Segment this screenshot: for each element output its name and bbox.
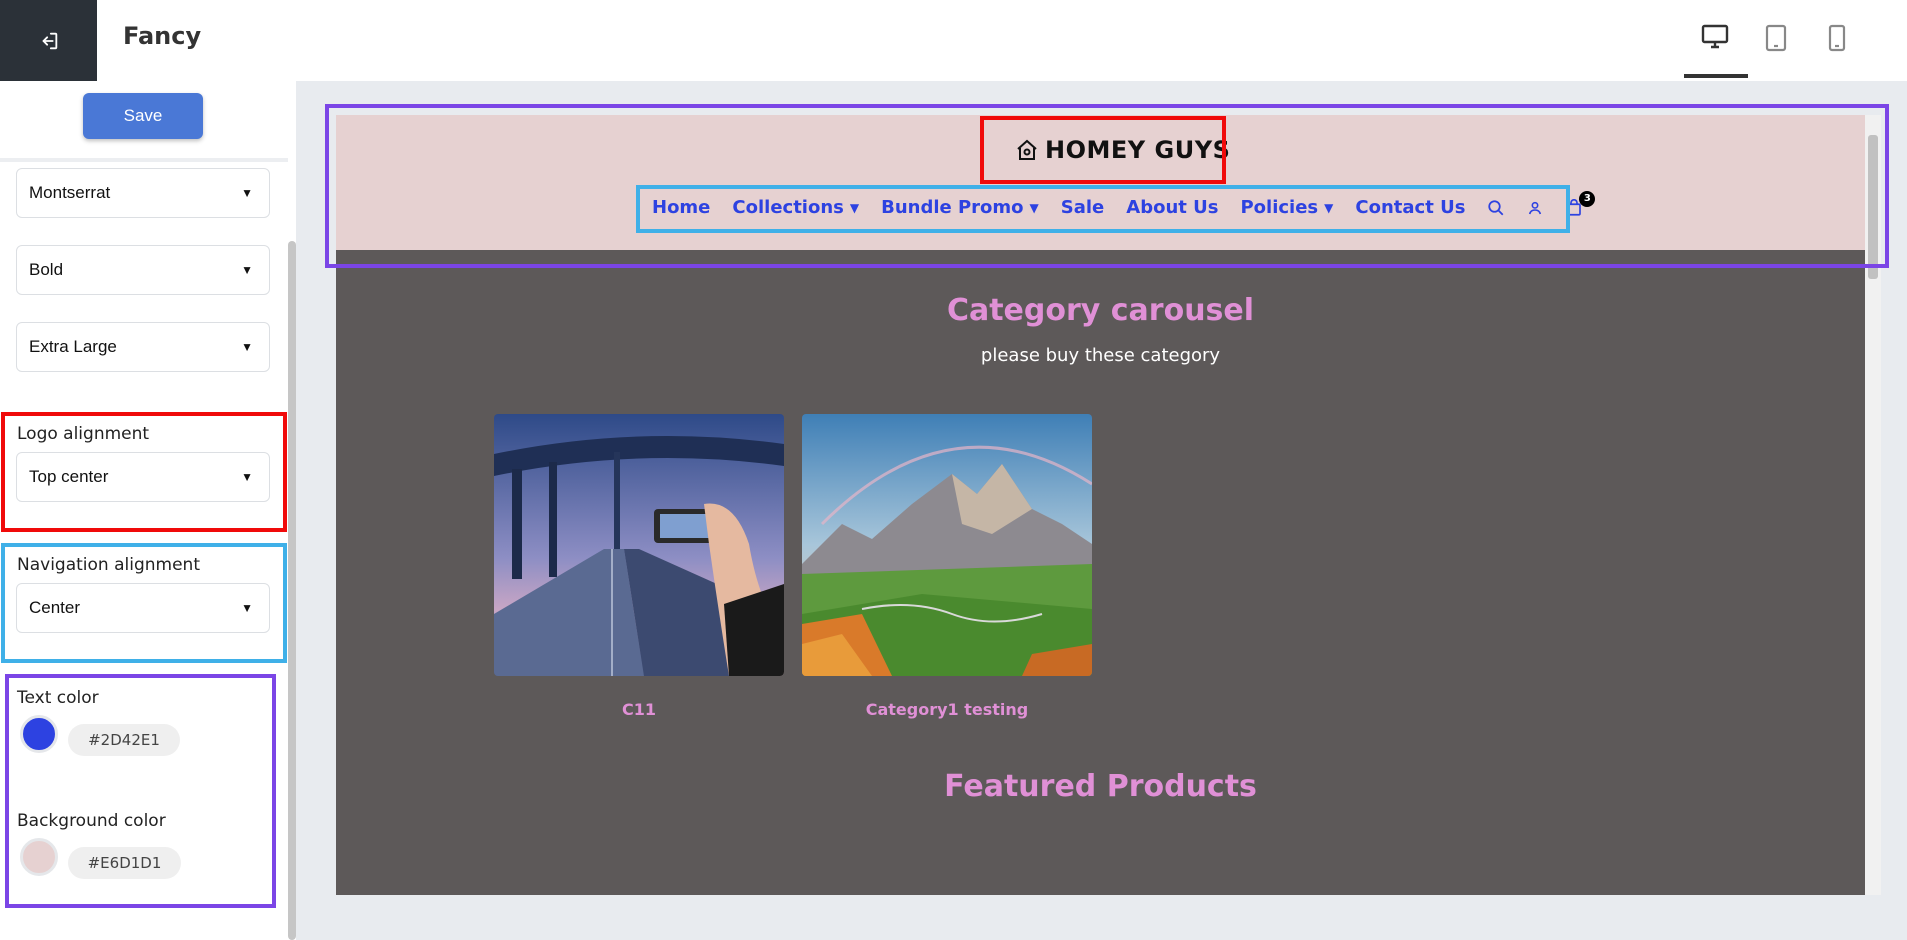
navigation-alignment-select[interactable]: Center ▼ (16, 583, 270, 633)
store-header: HOMEY GUYS Home Collections ▼ Bundle Prom… (336, 115, 1865, 250)
logo-alignment-value: Top center (29, 467, 109, 486)
store-navigation: Home Collections ▼ Bundle Promo ▼ Sale Abo… (652, 190, 1605, 218)
save-button[interactable]: Save (83, 93, 203, 139)
user-icon (1529, 201, 1542, 214)
store-preview: HOMEY GUYS Home Collections ▼ Bundle Prom… (336, 115, 1865, 895)
nav-item-label: Policies (1240, 197, 1319, 218)
font-weight-select[interactable]: Bold ▼ (16, 245, 270, 295)
sidebar-scrollbar[interactable] (288, 241, 296, 940)
caret-down-icon: ▼ (1029, 200, 1039, 215)
category-label[interactable]: C11 (494, 700, 784, 719)
font-weight-value: Bold (29, 260, 64, 279)
top-bar: Fancy (0, 0, 1907, 81)
nav-item-contact-us[interactable]: Contact Us (1355, 197, 1465, 218)
navigation-alignment-label: Navigation alignment (17, 555, 200, 575)
background-color-swatch[interactable] (20, 838, 58, 876)
dropdown-arrow-icon: ▼ (241, 263, 253, 277)
desktop-icon (1701, 24, 1729, 49)
text-color-hex[interactable]: #2D42E1 (68, 724, 180, 756)
dropdown-arrow-icon: ▼ (241, 601, 253, 615)
preview-scrollbar-thumb[interactable] (1868, 135, 1878, 279)
nav-item-policies[interactable]: Policies ▼ (1240, 197, 1333, 218)
dropdown-arrow-icon: ▼ (241, 340, 253, 354)
store-logo[interactable]: HOMEY GUYS (1015, 136, 1230, 164)
caret-down-icon: ▼ (1324, 200, 1334, 215)
background-color-label: Background color (17, 811, 166, 831)
text-color-label: Text color (17, 688, 99, 708)
exit-icon (42, 32, 57, 49)
nav-item-label: Sale (1060, 197, 1105, 218)
category-image-bridge (494, 414, 784, 676)
navigation-alignment-value: Center (29, 598, 81, 617)
desktop-view-button[interactable] (1684, 18, 1748, 78)
category-label[interactable]: Category1 testing (802, 700, 1092, 719)
category-card-image[interactable] (494, 414, 784, 676)
tablet-icon (1765, 24, 1787, 52)
nav-item-collections[interactable]: Collections ▼ (732, 197, 859, 218)
nav-item-sale[interactable]: Sale (1061, 197, 1105, 218)
exit-button[interactable] (0, 0, 97, 81)
preview-scrollbar[interactable] (1865, 115, 1881, 895)
font-size-value: Extra Large (29, 337, 117, 356)
dropdown-arrow-icon: ▼ (241, 470, 253, 484)
text-color-swatch[interactable] (20, 715, 58, 753)
caret-down-icon: ▼ (849, 200, 860, 215)
nav-item-label: Home (652, 197, 711, 218)
nav-item-label: Bundle Promo (881, 197, 1024, 218)
background-color-hex[interactable]: #E6D1D1 (68, 847, 181, 879)
font-size-select[interactable]: Extra Large ▼ (16, 322, 270, 372)
carousel-subtitle: please buy these category (980, 345, 1221, 366)
nav-item-bundle-promo[interactable]: Bundle Promo ▼ (881, 197, 1039, 218)
font-family-value: Montserrat (29, 183, 111, 202)
logo-alignment-select[interactable]: Top center ▼ (16, 452, 270, 502)
nav-item-home[interactable]: Home (652, 197, 710, 218)
settings-sidebar: Save Montserrat ▼ Bold ▼ Extra Large ▼ L… (0, 81, 296, 940)
cart-count-badge: 3 (1579, 190, 1596, 207)
carousel-title: Category carousel (946, 293, 1255, 328)
featured-products-title: Featured Products (944, 769, 1257, 804)
home-logo-icon (1017, 139, 1037, 160)
search-icon (1488, 199, 1504, 215)
nav-item-label: Contact Us (1355, 197, 1466, 218)
category-image-mountain (802, 414, 1092, 676)
cart-button[interactable]: 3 (1565, 190, 1596, 217)
account-button[interactable] (1527, 200, 1543, 216)
mobile-icon (1828, 24, 1846, 52)
nav-item-label: About Us (1126, 197, 1219, 218)
app-title: Fancy (123, 22, 202, 50)
logo-alignment-label: Logo alignment (17, 424, 150, 444)
search-button[interactable] (1487, 199, 1505, 217)
divider (0, 158, 288, 162)
dropdown-arrow-icon: ▼ (241, 186, 253, 200)
tablet-view-button[interactable] (1745, 18, 1807, 76)
nav-item-label: Collections (732, 197, 844, 218)
nav-item-about-us[interactable]: About Us (1126, 197, 1218, 218)
category-card-image[interactable] (802, 414, 1092, 676)
store-logo-text: HOMEY GUYS (1045, 136, 1231, 164)
mobile-view-button[interactable] (1806, 18, 1868, 76)
font-family-select[interactable]: Montserrat ▼ (16, 168, 270, 218)
